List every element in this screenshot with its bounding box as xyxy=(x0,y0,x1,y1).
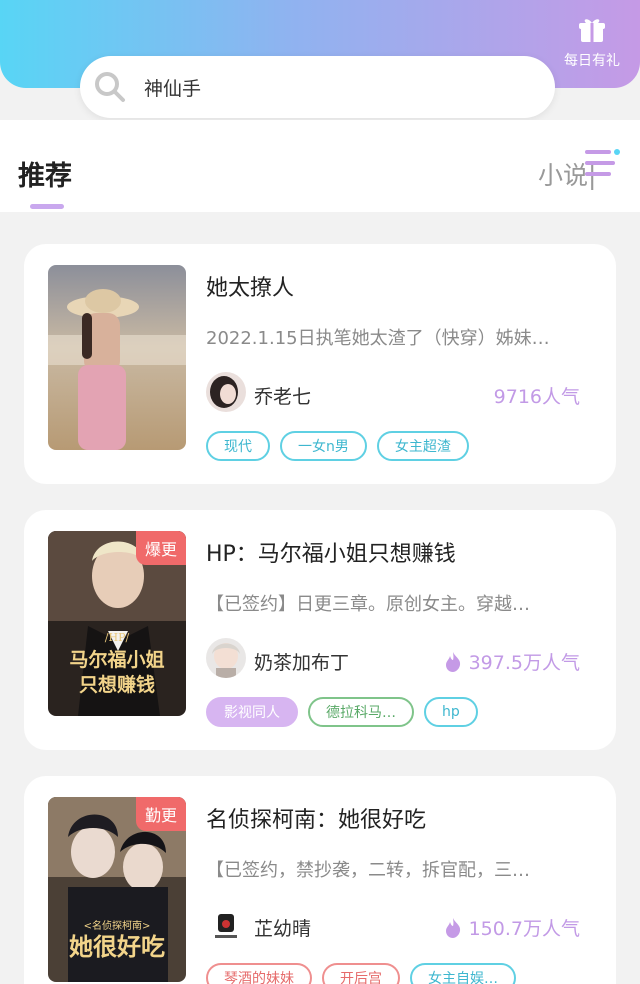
svg-text:她很好吃: 她很好吃 xyxy=(69,932,165,961)
book-card[interactable]: 她太撩人 2022.1.15日执笔她太渣了（快穿）姊妹… 乔老七 9716人气 … xyxy=(24,244,616,484)
book-cover[interactable] xyxy=(48,265,186,450)
book-cover[interactable]: /HP/ 马尔福小姐 只想赚钱 爆更 xyxy=(48,531,186,716)
search-placeholder: 神仙手 xyxy=(144,77,202,100)
book-description: 2022.1.15日执笔她太渣了（快穿）姊妹… xyxy=(206,328,550,349)
tag-list: 现代 一女n男 女主超渣 xyxy=(206,431,469,461)
tag[interactable]: hp xyxy=(424,697,478,727)
author-name[interactable]: 奶茶加布丁 xyxy=(254,648,349,675)
book-card[interactable]: /HP/ 马尔福小姐 只想赚钱 爆更 HP：马尔福小姐只想赚钱 【已签约】日更三… xyxy=(24,510,616,750)
search-bar[interactable]: 神仙手 xyxy=(80,56,555,118)
book-title[interactable]: 她太撩人 xyxy=(206,270,294,302)
menu-icon[interactable] xyxy=(585,146,621,180)
tab-bar: 推荐 小说| xyxy=(0,120,640,212)
tag[interactable]: 影视同人 xyxy=(206,697,298,727)
popularity-count: 9716人气 xyxy=(494,382,580,409)
status-badge: 爆更 xyxy=(136,531,186,565)
author-avatar[interactable] xyxy=(206,638,246,678)
daily-gift-button[interactable]: 每日有礼 xyxy=(556,16,628,80)
book-description: 【已签约，禁抄袭，二转，拆官配，三… xyxy=(206,860,530,881)
author-name[interactable]: 芷幼晴 xyxy=(254,914,311,941)
author-avatar[interactable] xyxy=(206,904,246,944)
flame-icon xyxy=(445,651,460,672)
svg-text:只想赚钱: 只想赚钱 xyxy=(79,673,155,696)
author-avatar[interactable] xyxy=(206,372,246,412)
popularity-count: 150.7万人气 xyxy=(443,914,580,941)
book-description: 【已签约】日更三章。原创女主。穿越… xyxy=(206,594,530,615)
svg-text:马尔福小姐: 马尔福小姐 xyxy=(69,648,164,671)
tab-indicator xyxy=(30,204,64,209)
tag-list: 琴酒的妹妹 开后宫 女主自娱… xyxy=(206,963,516,984)
tag[interactable]: 一女n男 xyxy=(280,431,367,461)
book-title[interactable]: HP：马尔福小姐只想赚钱 xyxy=(206,536,456,568)
gift-icon xyxy=(579,19,605,42)
popularity-text: 9716人气 xyxy=(493,386,580,408)
author-name[interactable]: 乔老七 xyxy=(254,382,311,409)
search-icon xyxy=(95,72,125,102)
status-badge: 勤更 xyxy=(136,797,186,831)
popularity-count: 397.5万人气 xyxy=(443,648,580,675)
flame-icon xyxy=(445,917,460,938)
popularity-text: 397.5万人气 xyxy=(468,652,580,674)
tag[interactable]: 德拉科马… xyxy=(308,697,414,727)
tag[interactable]: 现代 xyxy=(206,431,270,461)
book-cover[interactable]: <名侦探柯南> 她很好吃 勤更 xyxy=(48,797,186,982)
gift-label: 每日有礼 xyxy=(564,53,620,69)
tag[interactable]: 开后宫 xyxy=(322,963,400,984)
tag[interactable]: 琴酒的妹妹 xyxy=(206,963,312,984)
popularity-text: 150.7万人气 xyxy=(468,918,580,940)
tag[interactable]: 女主超渣 xyxy=(376,431,469,461)
tab-recommend[interactable]: 推荐 xyxy=(18,154,72,193)
cover-small-text: <名侦探柯南> xyxy=(84,919,151,932)
cover-small-text: /HP/ xyxy=(105,631,130,644)
book-title[interactable]: 名侦探柯南：她很好吃 xyxy=(206,802,426,834)
tag-list: 影视同人 德拉科马… hp xyxy=(206,697,478,727)
tag[interactable]: 女主自娱… xyxy=(410,963,516,984)
book-card[interactable]: <名侦探柯南> 她很好吃 勤更 名侦探柯南：她很好吃 【已签约，禁抄袭，二转，拆… xyxy=(24,776,616,984)
